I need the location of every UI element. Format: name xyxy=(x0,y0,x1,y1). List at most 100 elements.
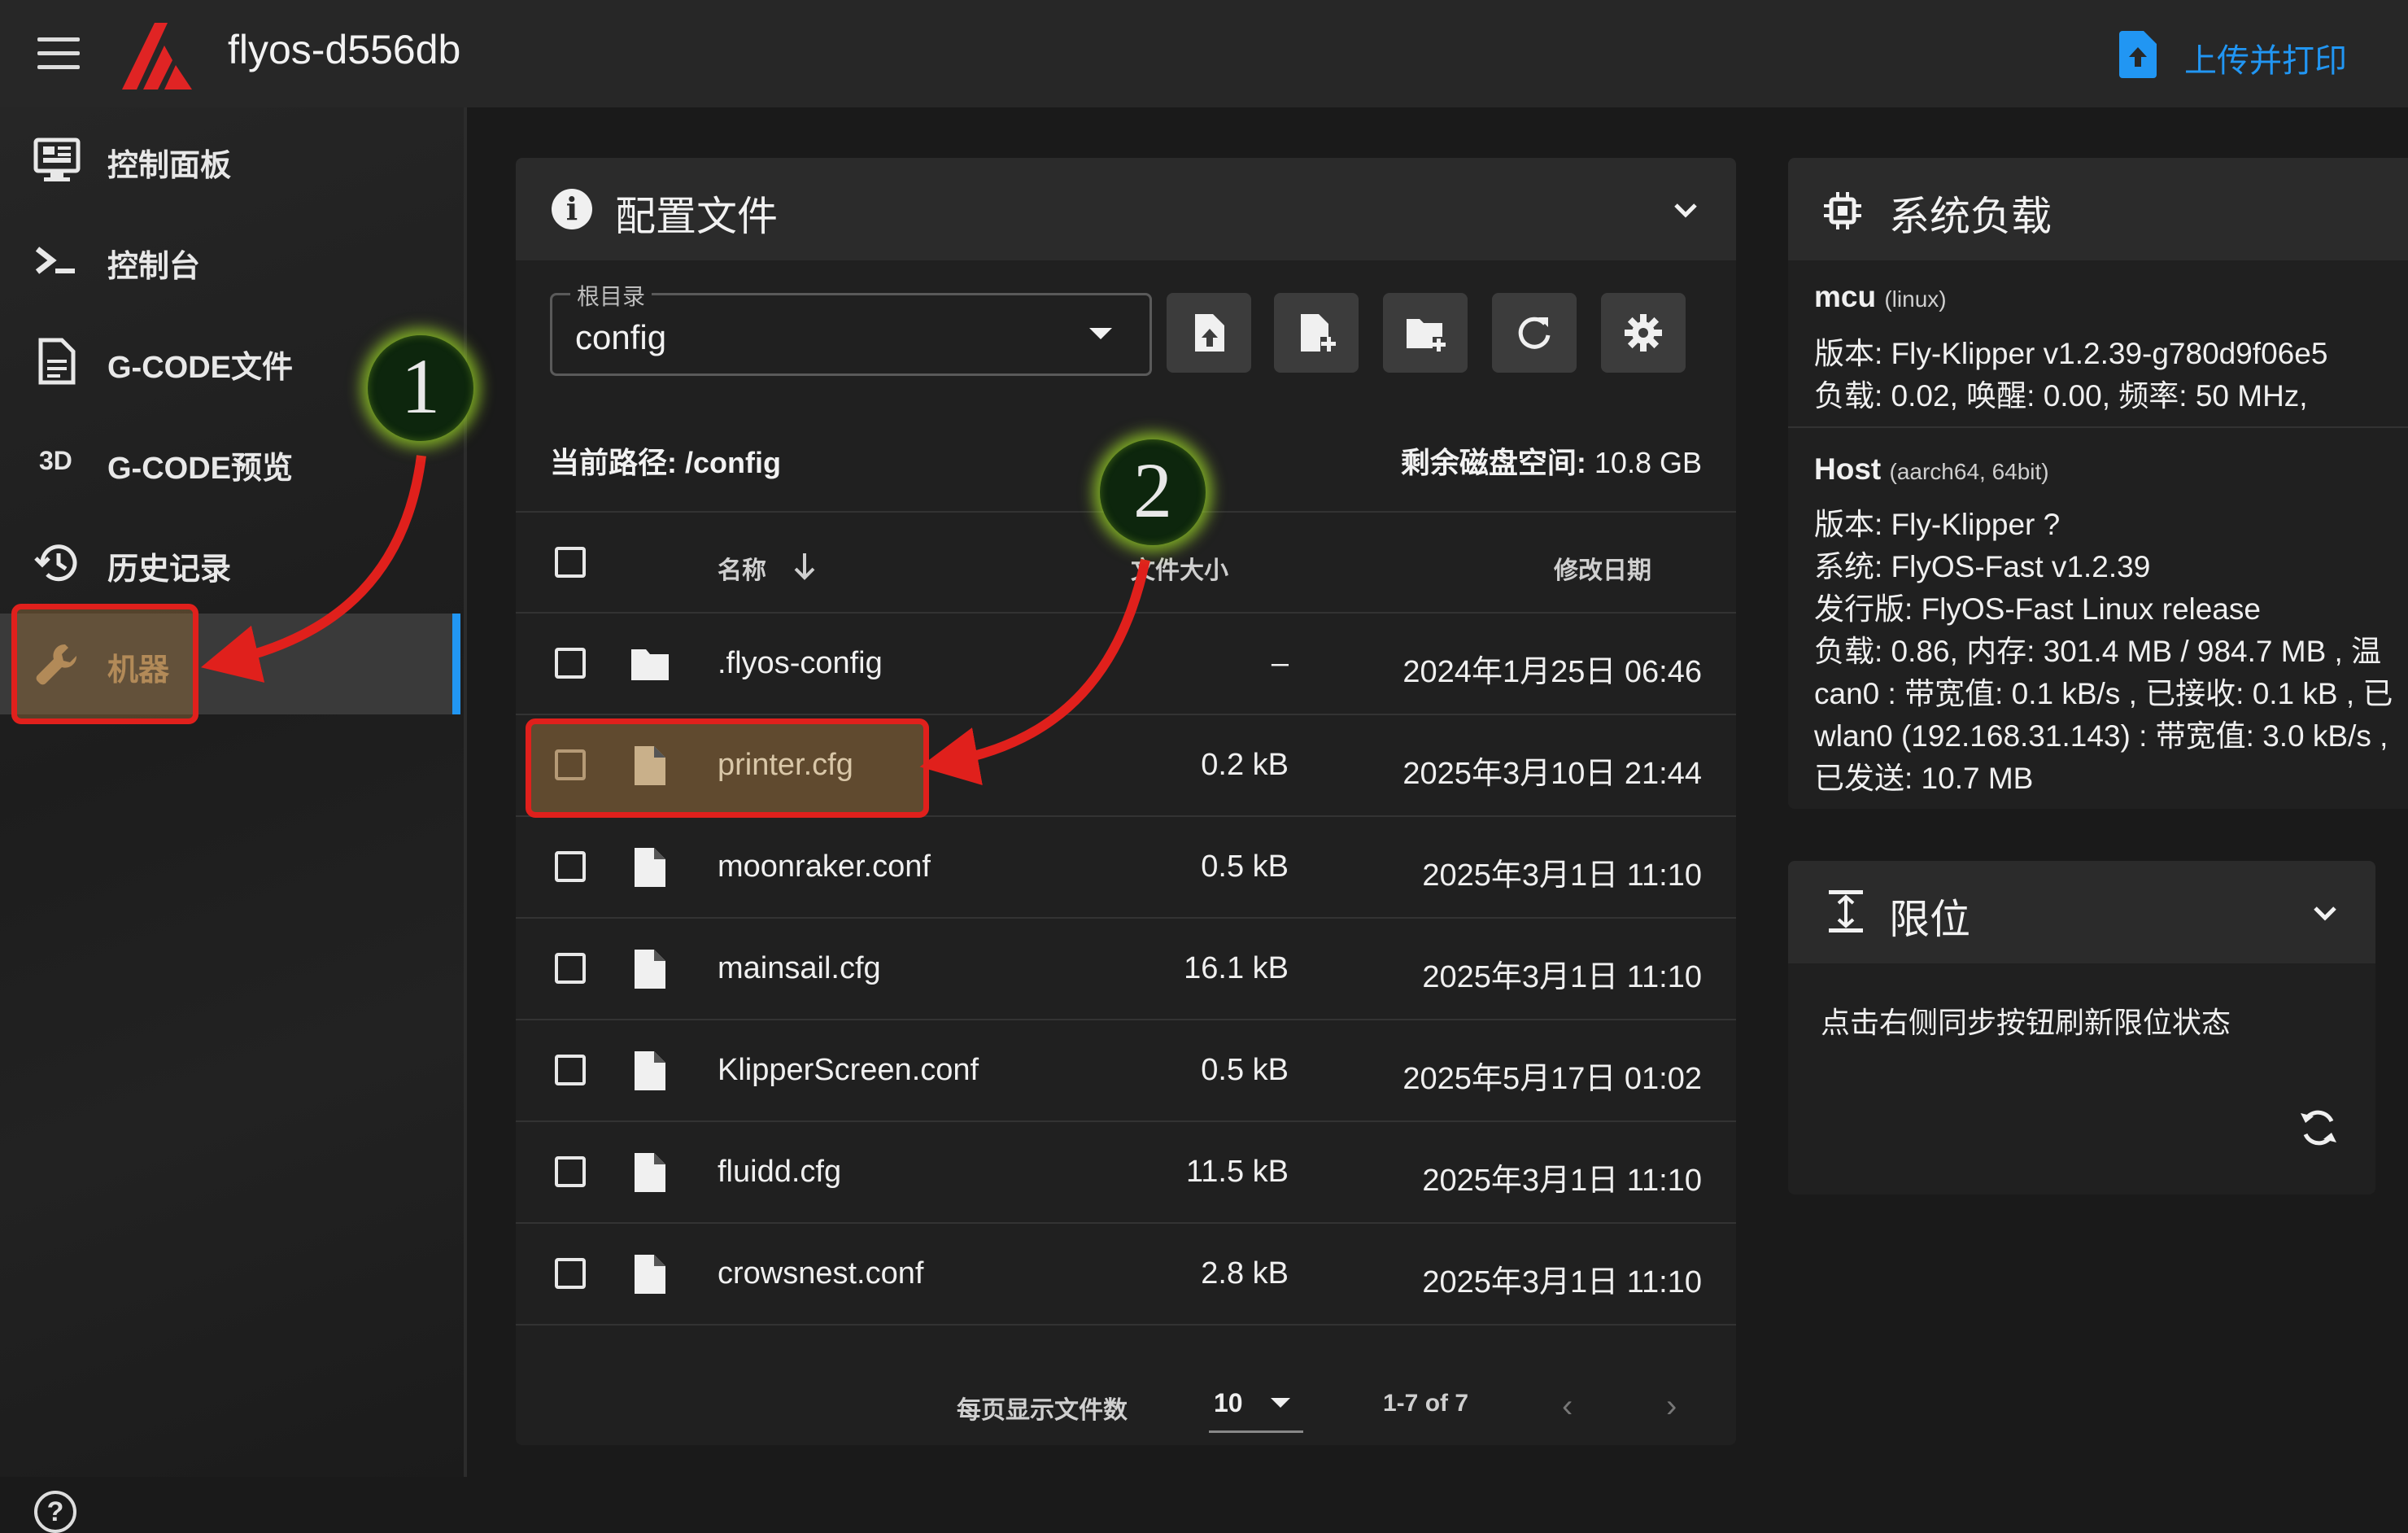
file-row[interactable]: crowsnest.conf 2.8 kB 2025年3月1日 11:10 xyxy=(516,1224,1736,1326)
config-panel-header[interactable]: i 配置文件 xyxy=(516,158,1736,260)
dropdown-caret-icon xyxy=(1089,328,1112,339)
file-row[interactable]: .flyos-config – 2024年1月25日 06:46 xyxy=(516,614,1736,715)
system-load-header: 系统负载 xyxy=(1788,158,2408,260)
file-size: 0.5 kB xyxy=(1201,849,1289,884)
chevron-down-icon[interactable] xyxy=(2309,897,2341,929)
file-modified-date: 2025年3月1日 11:10 xyxy=(1422,1164,1702,1198)
file-size: 0.2 kB xyxy=(1201,748,1289,782)
endstop-icon xyxy=(1829,890,1863,932)
file-icon xyxy=(630,846,670,889)
select-all-checkbox[interactable] xyxy=(555,547,586,578)
file-name[interactable]: moonraker.conf xyxy=(718,849,931,884)
pagination-range: 1-7 of 7 xyxy=(1383,1390,1469,1417)
info-icon: i xyxy=(552,189,592,229)
host-line: 系统: FlyOS-Fast v1.2.39 xyxy=(1814,550,2151,583)
file-size: – xyxy=(1271,646,1289,680)
file-modified-date: 2025年5月17日 01:02 xyxy=(1402,1062,1702,1096)
next-page-icon[interactable]: › xyxy=(1666,1388,1677,1425)
sidebar-item-label: 控制面板 xyxy=(107,149,232,183)
endstops-message: 点击右侧同步按钮刷新限位状态 xyxy=(1821,1006,2231,1039)
row-checkbox[interactable] xyxy=(555,953,586,984)
file-row[interactable]: KlipperScreen.conf 0.5 kB 2025年5月17日 01:02 xyxy=(516,1020,1736,1122)
file-icon xyxy=(630,1050,670,1092)
flyos-logo xyxy=(122,23,192,90)
file-row[interactable]: mainsail.cfg 16.1 kB 2025年3月1日 11:10 xyxy=(516,919,1736,1020)
mcu-arch: (linux) xyxy=(1884,286,1947,312)
file-size: 2.8 kB xyxy=(1201,1256,1289,1291)
file-icon xyxy=(630,1253,670,1295)
previous-page-icon[interactable]: ‹ xyxy=(1562,1388,1573,1425)
per-page-value: 10 xyxy=(1214,1388,1243,1417)
file-row[interactable]: moonraker.conf 0.5 kB 2025年3月1日 11:10 xyxy=(516,817,1736,919)
row-checkbox[interactable] xyxy=(555,648,586,679)
machine-highlight-box xyxy=(11,604,198,724)
file-modified-date: 2025年3月1日 11:10 xyxy=(1422,1265,1702,1299)
system-load-title: 系统负载 xyxy=(1889,194,2052,239)
row-checkbox[interactable] xyxy=(555,851,586,882)
per-page-select[interactable]: 10 xyxy=(1209,1385,1303,1433)
help-icon[interactable]: ? xyxy=(34,1491,76,1533)
file-row[interactable]: fluidd.cfg 11.5 kB 2025年3月1日 11:10 xyxy=(516,1122,1736,1224)
root-select-value: config xyxy=(575,318,667,356)
host-line: 负载: 0.86, 内存: 301.4 MB / 984.7 MB , 温 xyxy=(1814,635,2382,668)
root-directory-select[interactable]: 根目录 config xyxy=(550,279,1152,376)
file-name[interactable]: .flyos-config xyxy=(718,646,883,681)
sidebar: 控制面板 控制台 G-CODE文件 3D G-CODE预览 历史记录 机器 ? xyxy=(0,107,467,1533)
file-size: 16.1 kB xyxy=(1184,951,1289,985)
file-name[interactable]: fluidd.cfg xyxy=(718,1155,841,1190)
new-folder-button[interactable] xyxy=(1383,293,1468,373)
host-heading: Host (aarch64, 64bit) xyxy=(1814,452,2049,487)
host-line: can0 : 带宽值: 0.1 kB/s , 已接收: 0.1 kB , 已 xyxy=(1814,677,2393,710)
upload-file-icon xyxy=(1195,314,1224,352)
sidebar-item-dashboard[interactable]: 控制面板 xyxy=(0,109,460,210)
current-path: 当前路径: /config xyxy=(550,439,781,482)
file-name[interactable]: mainsail.cfg xyxy=(718,951,881,986)
column-header-modified[interactable]: 修改日期 xyxy=(1554,550,1651,586)
file-name[interactable]: crowsnest.conf xyxy=(718,1256,923,1291)
settings-button[interactable] xyxy=(1601,293,1686,373)
annotation-marker-1: 1 xyxy=(368,335,473,441)
current-path-value: /config xyxy=(685,446,781,479)
chevron-down-icon[interactable] xyxy=(1669,194,1702,226)
upload-print-button[interactable]: 上传并打印 xyxy=(2184,34,2347,81)
row-checkbox[interactable] xyxy=(555,1258,586,1289)
sidebar-item-label: 控制台 xyxy=(107,250,201,284)
host-line: wlan0 (192.168.31.143) : 带宽值: 3.0 kB/s , xyxy=(1814,719,2388,753)
upload-file-button[interactable] xyxy=(1167,293,1251,373)
endstops-header[interactable]: 限位 xyxy=(1788,861,2375,963)
file-icon xyxy=(630,1151,670,1194)
sync-icon[interactable] xyxy=(2296,1105,2341,1151)
row-checkbox[interactable] xyxy=(555,1156,586,1187)
host-name: Host xyxy=(1814,452,1882,486)
host-line: 发行版: FlyOS-Fast Linux release xyxy=(1814,592,2261,626)
file-modified-date: 2025年3月1日 11:10 xyxy=(1422,858,1702,893)
free-space-value: 10.8 GB xyxy=(1594,446,1702,479)
chip-icon xyxy=(1824,192,1861,229)
top-bar: flyos-d556db 上传并打印 xyxy=(0,0,2408,107)
new-file-button[interactable] xyxy=(1274,293,1359,373)
row-checkbox[interactable] xyxy=(555,1055,586,1085)
sidebar-item-console[interactable]: 控制台 xyxy=(0,210,460,311)
arrow-down-icon[interactable] xyxy=(791,552,818,581)
sidebar-item-label: G-CODE文件 xyxy=(107,351,294,385)
sidebar-item-history[interactable]: 历史记录 xyxy=(0,513,460,614)
mcu-name: mcu xyxy=(1814,280,1877,313)
annotation-marker-2: 2 xyxy=(1100,439,1206,545)
refresh-button[interactable] xyxy=(1492,293,1577,373)
3d-icon: 3D xyxy=(39,446,72,475)
upload-print-icon[interactable] xyxy=(2119,31,2157,78)
active-indicator xyxy=(452,614,460,714)
current-path-label: 当前路径: xyxy=(550,446,677,479)
divider xyxy=(1788,426,2408,428)
file-row[interactable]: printer.cfg 0.2 kB 2025年3月10日 21:44 xyxy=(516,715,1736,818)
menu-icon[interactable] xyxy=(37,37,80,70)
host-line: 已发送: 10.7 MB xyxy=(1814,762,2034,795)
column-header-name[interactable]: 名称 xyxy=(718,550,766,586)
row-checkbox[interactable] xyxy=(555,749,586,780)
column-header-size[interactable]: 文件大小 xyxy=(1131,550,1228,586)
file-name[interactable]: printer.cfg xyxy=(718,748,853,783)
console-icon xyxy=(35,247,75,274)
sidebar-item-label: G-CODE预览 xyxy=(107,452,294,486)
file-modified-date: 2024年1月25日 06:46 xyxy=(1402,655,1702,689)
file-name[interactable]: KlipperScreen.conf xyxy=(718,1053,979,1088)
